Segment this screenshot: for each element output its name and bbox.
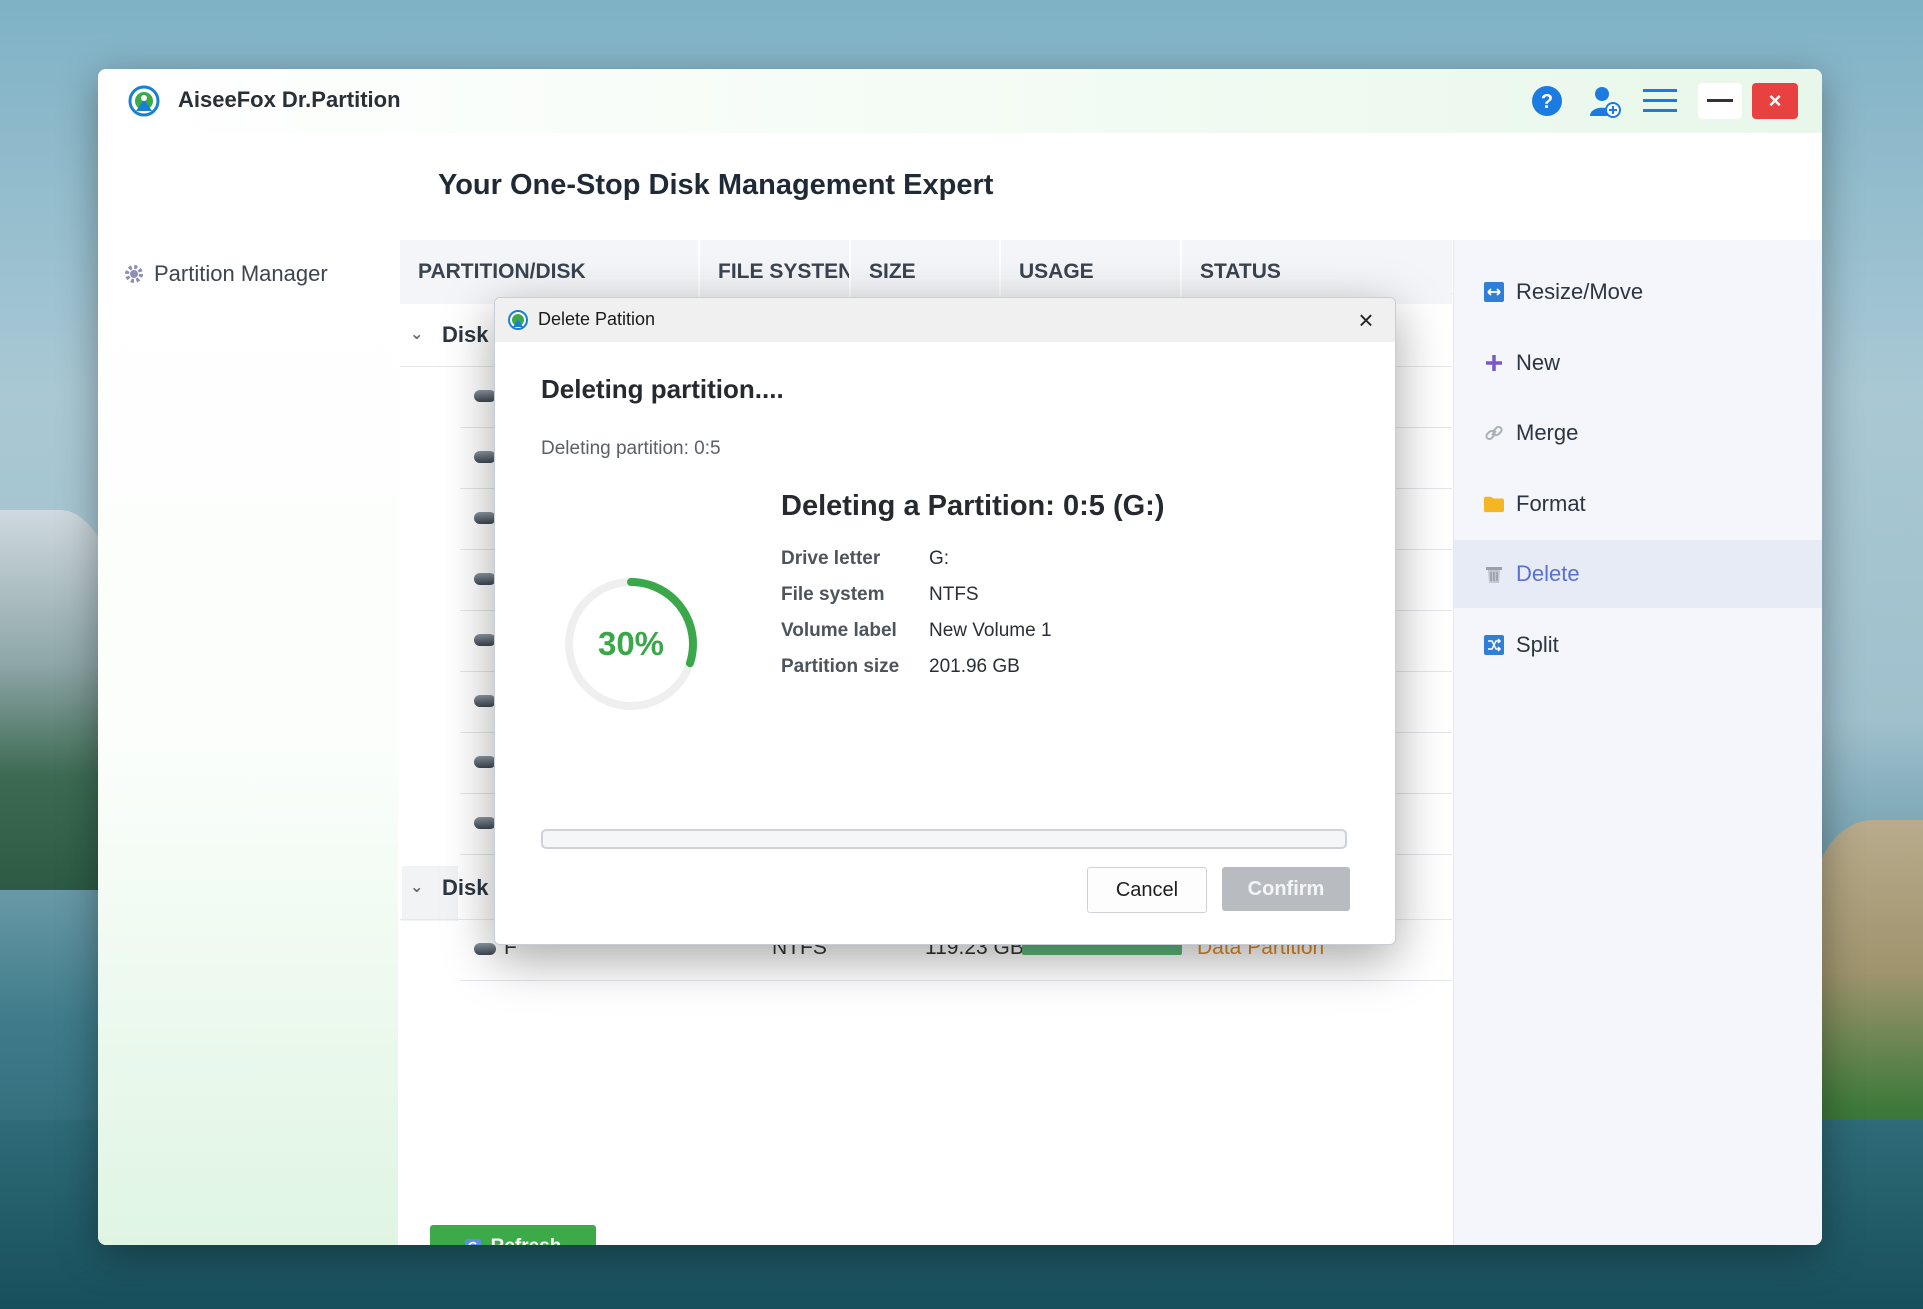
resize-icon: [1484, 282, 1504, 302]
trash-icon: [1486, 567, 1502, 583]
question-circle-icon: ?: [1532, 86, 1562, 116]
plus-icon: [1486, 355, 1502, 371]
resize-move-label: Resize/Move: [1516, 279, 1644, 304]
cancel-button[interactable]: Cancel: [1087, 867, 1207, 913]
sidebar-item-partition-manager[interactable]: Partition Manager: [124, 261, 328, 287]
progress-ring: 30%: [563, 576, 699, 712]
svg-text:?: ?: [1541, 91, 1553, 113]
hamburger-menu-icon: [1643, 89, 1677, 112]
dialog-title: Delete Patition: [538, 309, 656, 329]
drive-icon: [474, 573, 496, 585]
refresh-label: Refresh: [491, 1236, 562, 1245]
refresh-icon: [464, 1239, 481, 1245]
info-value: New Volume 1: [929, 620, 1052, 641]
link-icon: [1485, 425, 1503, 441]
refresh-button[interactable]: Refresh: [430, 1225, 596, 1245]
delete-partition-dialog: Delete Patition × Deleting partition....…: [494, 297, 1396, 945]
dialog-heading: Deleting partition....: [541, 374, 784, 404]
split-label: Split: [1516, 632, 1559, 657]
column-header-partition[interactable]: PARTITION/DISK: [400, 240, 700, 304]
column-header-size[interactable]: SIZE: [851, 240, 1001, 304]
drive-icon: [474, 451, 496, 463]
table-header: PARTITION/DISK FILE SYSTEN SIZE USAGE ST…: [400, 240, 1452, 304]
partition-info-title: Deleting a Partition: 0:5 (G:): [781, 490, 1165, 522]
operations-panel: Resize/Move New Merge Format Delete Spli…: [1453, 240, 1822, 1245]
menu-button[interactable]: [1642, 83, 1678, 119]
drive-icon: [474, 695, 496, 707]
dialog-status-text: Deleting partition: 0:5: [541, 438, 721, 459]
info-key: Drive letter: [781, 548, 881, 569]
info-key: File system: [781, 584, 885, 605]
resize-move-button[interactable]: Resize/Move: [1454, 258, 1822, 326]
help-button[interactable]: ?: [1529, 83, 1565, 119]
merge-button[interactable]: Merge: [1454, 399, 1822, 467]
chevron-down-icon[interactable]: ⌄: [410, 877, 423, 897]
title-bar: AiseeFox Dr.Partition ? ×: [98, 69, 1822, 133]
column-header-file-system[interactable]: FILE SYSTEN: [700, 240, 851, 304]
split-icon: [1484, 635, 1504, 655]
drive-icon: [474, 512, 496, 524]
drive-icon: [474, 634, 496, 646]
column-header-usage[interactable]: USAGE: [1001, 240, 1182, 304]
sidebar: Partition Manager: [98, 133, 398, 1245]
minimize-icon: [1707, 99, 1733, 102]
info-key: Volume label: [781, 620, 897, 641]
column-header-status[interactable]: STATUS: [1182, 240, 1452, 304]
format-button[interactable]: Format: [1454, 470, 1822, 538]
new-label: New: [1516, 350, 1561, 375]
info-value: G:: [929, 548, 950, 569]
account-button[interactable]: [1586, 83, 1622, 119]
sidebar-item-label: Partition Manager: [154, 261, 328, 286]
folder-icon: [1484, 496, 1504, 513]
window-close-button[interactable]: ×: [1752, 83, 1798, 119]
confirm-button[interactable]: Confirm: [1222, 867, 1350, 911]
dialog-close-button[interactable]: ×: [1351, 305, 1381, 335]
user-add-icon: [1590, 87, 1621, 118]
minimize-button[interactable]: [1698, 83, 1742, 119]
info-value: NTFS: [929, 584, 979, 605]
split-button[interactable]: Split: [1454, 611, 1822, 679]
app-title: AiseeFox Dr.Partition: [178, 87, 401, 112]
drive-icon: [474, 390, 496, 402]
chevron-down-icon[interactable]: ⌄: [410, 324, 423, 344]
delete-button[interactable]: Delete: [1454, 540, 1822, 608]
disk-label: Disk: [442, 322, 489, 347]
app-logo-icon: [508, 310, 528, 330]
gear-icon: [125, 265, 143, 283]
progress-bar: [541, 829, 1347, 849]
info-value: 201.96 GB: [929, 656, 1020, 677]
info-key: Partition size: [781, 656, 900, 677]
merge-label: Merge: [1516, 420, 1579, 445]
drive-icon: [474, 756, 496, 768]
dialog-title-bar: Delete Patition ×: [495, 298, 1395, 342]
disk-label: Disk: [442, 875, 489, 900]
new-partition-button[interactable]: New: [1454, 329, 1822, 397]
drive-icon: [474, 817, 496, 829]
app-logo-icon: [128, 85, 160, 117]
progress-percent: 30%: [597, 625, 665, 662]
format-label: Format: [1516, 491, 1586, 516]
drive-icon: [474, 943, 496, 955]
page-title: Your One-Stop Disk Management Expert: [438, 169, 994, 201]
delete-label: Delete: [1516, 561, 1580, 586]
